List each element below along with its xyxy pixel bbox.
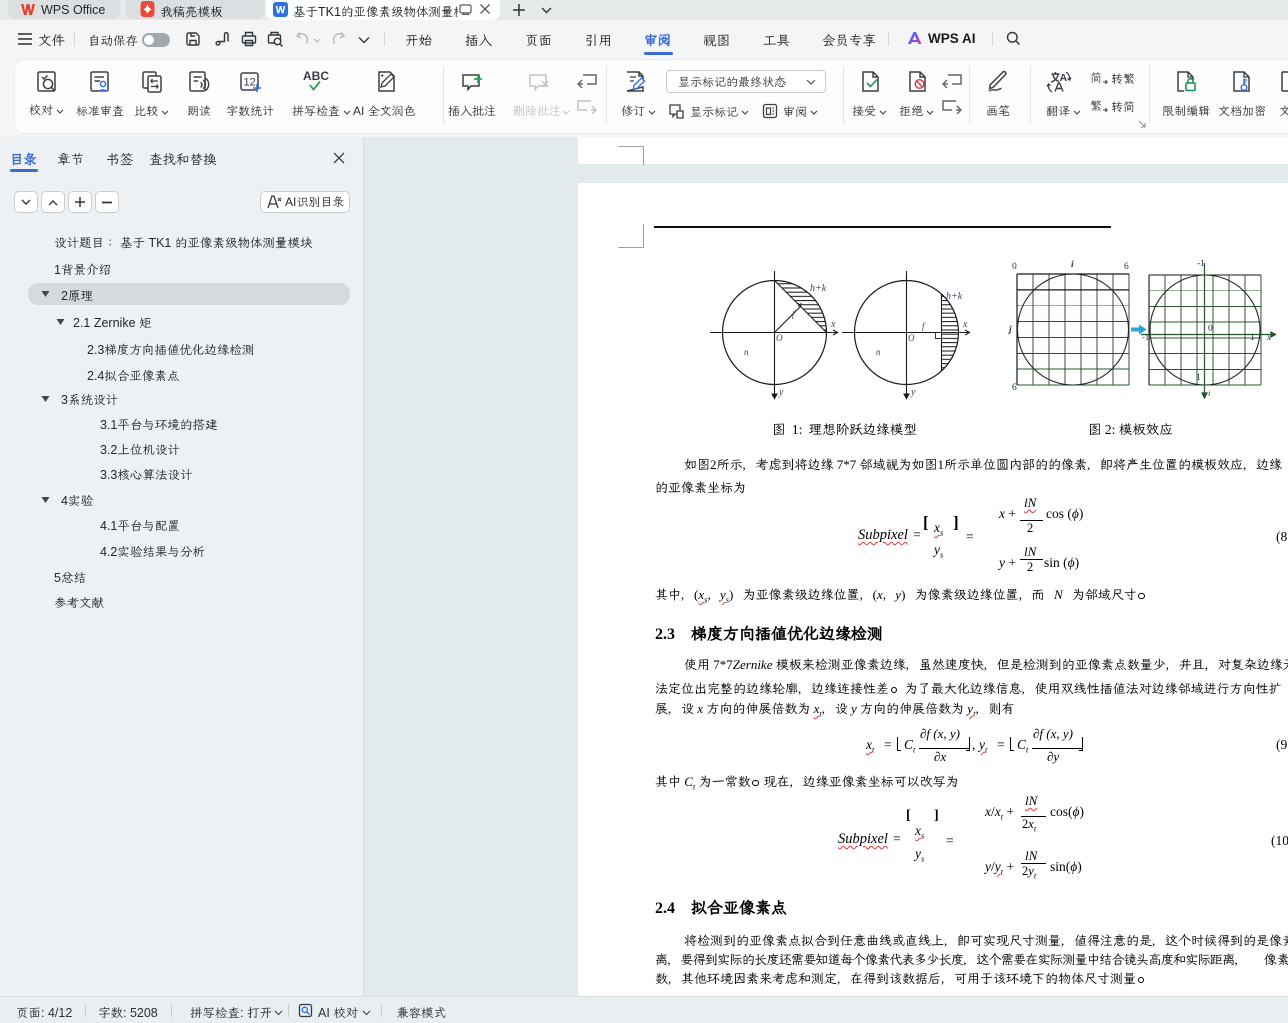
svg-text:A: A (1060, 72, 1068, 84)
svg-text:ABC: ABC (303, 69, 329, 83)
svg-text:0: 0 (1208, 324, 1213, 334)
svg-text:y: y (910, 387, 916, 398)
svg-text:n: n (876, 347, 881, 357)
svg-text:i: i (1071, 260, 1074, 270)
svg-text:x: x (830, 319, 836, 330)
svg-text:h+k: h+k (810, 283, 827, 294)
svg-text:i: i (1208, 388, 1211, 398)
svg-text:12: 12 (244, 77, 256, 89)
svg-text:0: 0 (1012, 262, 1017, 272)
svg-text:-1: -1 (1197, 259, 1205, 269)
svg-text:y: y (778, 387, 784, 398)
svg-text:f: f (792, 309, 796, 319)
svg-text:6: 6 (1124, 262, 1129, 272)
svg-text:O: O (908, 333, 915, 343)
svg-text:n: n (744, 347, 749, 357)
svg-text:1: 1 (1250, 333, 1255, 343)
svg-text:6: 6 (1012, 383, 1017, 393)
svg-text:f: f (922, 321, 926, 331)
svg-text:-1: -1 (1142, 332, 1149, 342)
svg-text:h+k: h+k (946, 291, 963, 302)
svg-text:x: x (1266, 333, 1272, 343)
svg-text:简: 简 (1090, 71, 1102, 86)
svg-text:O: O (776, 333, 783, 343)
svg-text:1: 1 (1196, 373, 1201, 383)
svg-text:x: x (962, 319, 968, 330)
svg-text:j: j (1008, 325, 1012, 335)
svg-text:繁: 繁 (1090, 99, 1102, 114)
